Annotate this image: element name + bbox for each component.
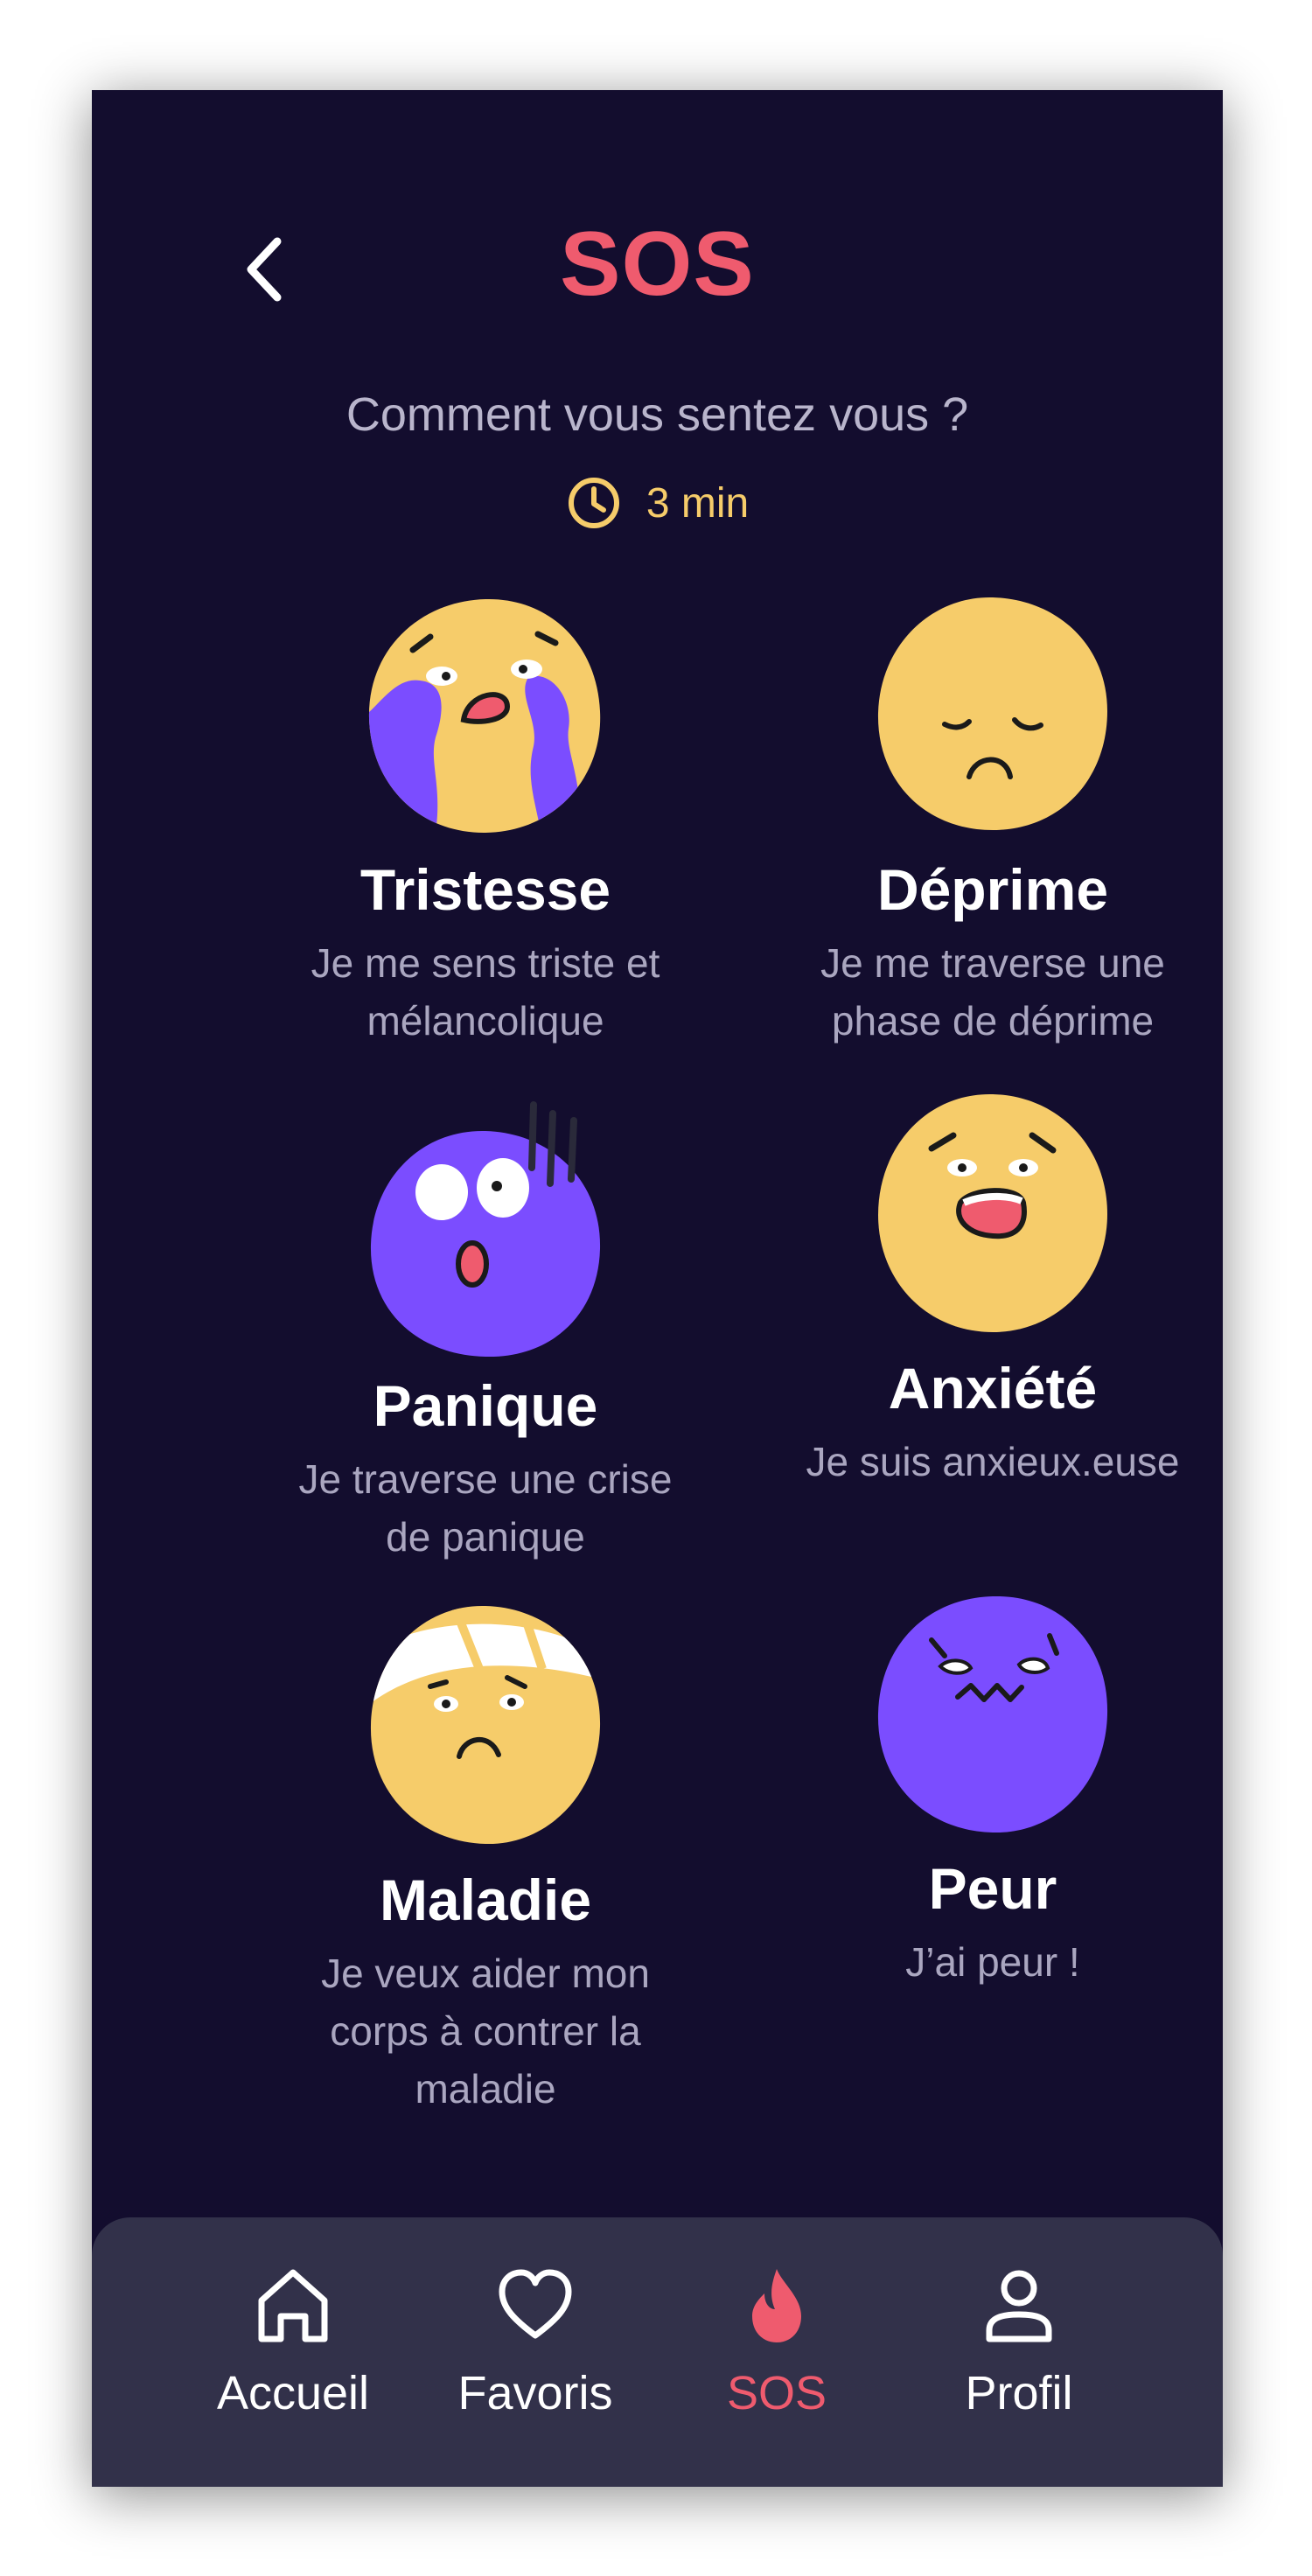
mood-card-anxiete[interactable]: Anxiété Je suis anxieux.euse bbox=[765, 1087, 1220, 1490]
mood-description: Je traverse une crise de panique bbox=[298, 1456, 673, 1560]
mood-description: Je me sens triste et mélancolique bbox=[311, 939, 660, 1044]
bottom-tab-bar: Accueil Favoris SOS Profil bbox=[92, 2217, 1223, 2487]
mood-card-panique[interactable]: Panique Je traverse une crise de panique bbox=[258, 1096, 713, 1566]
mood-description: Je suis anxieux.euse bbox=[806, 1438, 1180, 1484]
mood-description: Je me traverse une phase de déprime bbox=[820, 939, 1165, 1044]
mood-card-maladie[interactable]: Maladie Je veux aider mon corps à contre… bbox=[258, 1599, 713, 2118]
user-icon bbox=[986, 2270, 1052, 2342]
tab-profil[interactable]: Profil bbox=[914, 2265, 1124, 2420]
duration-info: 3 min bbox=[92, 475, 1223, 531]
mood-title: Tristesse bbox=[359, 857, 611, 922]
sad-face-icon bbox=[877, 597, 1107, 830]
panic-face-icon bbox=[370, 1101, 601, 1358]
mood-title: Maladie bbox=[379, 1867, 592, 1932]
mood-description: Je veux aider mon corps à contrer la mal… bbox=[321, 1950, 650, 2112]
mood-title: Peur bbox=[928, 1856, 1057, 1921]
tab-accueil[interactable]: Accueil bbox=[188, 2265, 398, 2420]
mood-title: Panique bbox=[373, 1373, 598, 1438]
tab-favoris[interactable]: Favoris bbox=[430, 2265, 640, 2420]
mood-title: Déprime bbox=[876, 857, 1109, 922]
mood-title: Anxiété bbox=[888, 1356, 1098, 1421]
tab-sos[interactable]: SOS bbox=[672, 2265, 882, 2420]
heart-icon bbox=[499, 2269, 572, 2339]
mood-card-deprime[interactable]: Déprime Je me traverse une phase de dépr… bbox=[765, 589, 1220, 1050]
mood-description: J’ai peur ! bbox=[905, 1938, 1080, 1985]
tab-label: Favoris bbox=[457, 2367, 613, 2419]
sick-face-icon bbox=[370, 1605, 601, 1845]
tab-label: Accueil bbox=[216, 2367, 370, 2419]
anxious-face-icon bbox=[878, 1093, 1107, 1332]
mood-prompt: Comment vous sentez vous ? bbox=[345, 388, 969, 441]
home-icon bbox=[258, 2269, 328, 2342]
mood-card-peur[interactable]: Peur J’ai peur ! bbox=[765, 1588, 1220, 1991]
app-screen: SOS Comment vous sentez vous ? 3 min Tri… bbox=[92, 90, 1223, 2487]
flame-icon bbox=[752, 2269, 801, 2342]
scared-face-icon bbox=[877, 1595, 1108, 1833]
crying-face-icon bbox=[368, 598, 601, 834]
tab-label: SOS bbox=[726, 2367, 827, 2419]
mood-card-tristesse[interactable]: Tristesse Je me sens triste et mélancoli… bbox=[258, 589, 713, 1050]
duration-label: 3 min bbox=[646, 479, 750, 527]
clock-icon bbox=[568, 478, 619, 528]
tab-label: Profil bbox=[965, 2367, 1073, 2419]
page-title: SOS bbox=[560, 213, 755, 315]
